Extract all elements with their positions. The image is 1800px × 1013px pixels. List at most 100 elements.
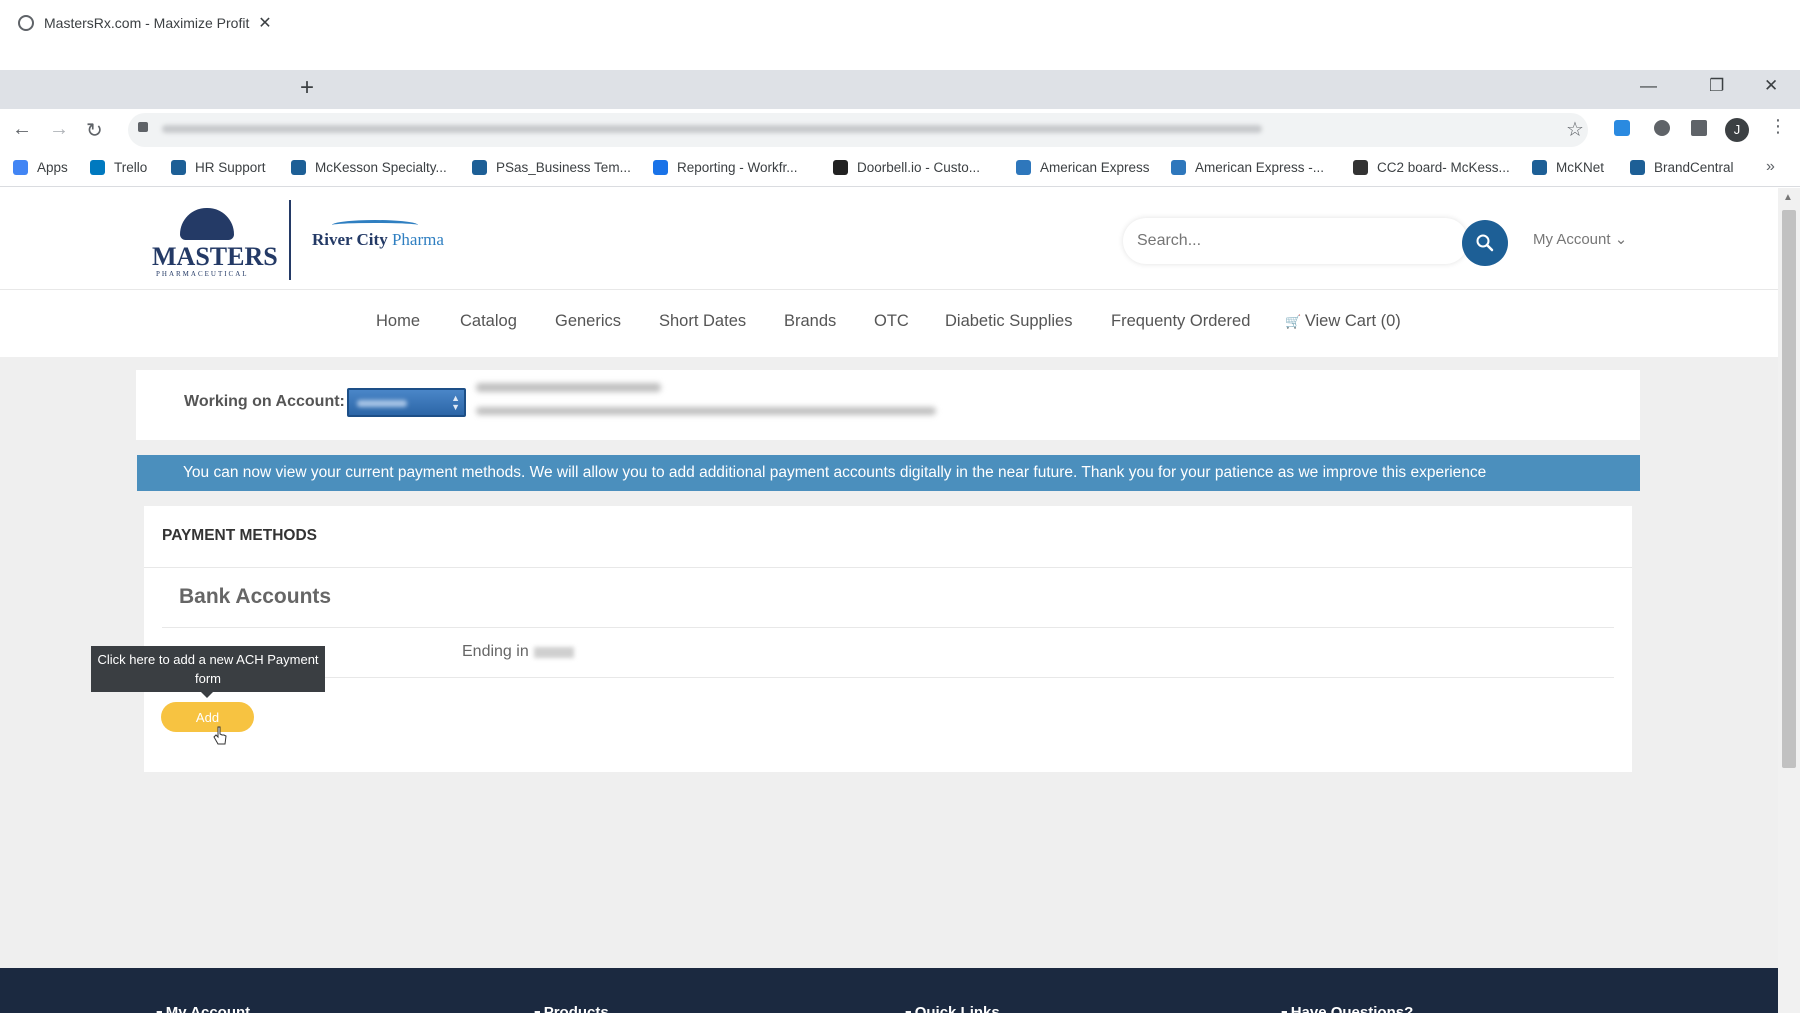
bookmark-label: McKNet [1556,160,1605,175]
bookmarks-more-icon[interactable]: » [1766,158,1775,176]
footer-heading: ■ Have Questions? [1281,1004,1413,1013]
bookmark-label: McKesson Specialty... [315,160,447,175]
payment-notice-banner: You can now view your current payment me… [137,455,1640,491]
bookmark-item[interactable]: Doorbell.io - Custo... [833,160,980,175]
forward-icon[interactable]: → [49,118,69,141]
river-city-pharma-logo[interactable]: River City Pharma [312,220,444,250]
account-address-redacted [476,407,936,415]
select-arrows-icon: ▲ ▼ [451,393,460,412]
nav-label: Diabetic Supplies [945,312,1073,330]
bookmark-label: Apps [37,160,68,175]
nav-home[interactable]: Home [376,312,420,331]
nav-catalog[interactable]: Catalog [460,312,517,331]
apps-grid-icon [13,160,28,175]
profile-avatar[interactable]: J [1725,118,1749,142]
payment-methods-heading: PAYMENT METHODS [162,527,318,544]
menu-kebab-icon[interactable]: ⋮ [1769,116,1787,137]
account-number-redacted [357,400,407,407]
nav-label: Generics [555,312,622,330]
nav-label: Catalog [460,312,517,330]
swoosh-icon [332,220,418,230]
bookmark-item[interactable]: Apps [13,160,68,175]
bookmark-item[interactable]: PSas_Business Tem... [472,160,631,175]
quick-links-icon: ■ [905,1008,915,1013]
bookmark-item[interactable]: McKNet [1532,160,1604,175]
search-button[interactable] [1462,220,1508,266]
amex-icon [1016,160,1031,175]
scroll-up-arrow-icon[interactable]: ▲ [1783,192,1793,203]
bookmark-item[interactable]: CC2 board- McKess... [1353,160,1510,175]
add-payment-button[interactable]: Add [161,702,254,732]
back-icon[interactable]: ← [12,118,32,141]
mcknet-icon [1532,160,1547,175]
psas-icon [472,160,487,175]
site-footer [0,968,1778,1013]
tab-close-icon[interactable]: ✕ [256,13,274,33]
nav-frequently-ordered[interactable]: Frequenty Ordered [1111,312,1250,331]
nav-short-dates[interactable]: Short Dates [659,312,746,331]
nav-otc[interactable]: OTC [874,312,909,331]
divider [144,567,1632,568]
bookmark-label: Doorbell.io - Custo... [857,160,981,175]
puzzle-icon[interactable] [1691,120,1707,136]
account-name-redacted [476,383,661,392]
footer-heading: ■ Quick Links [905,1004,1000,1013]
account-select[interactable]: ▲ ▼ [347,388,466,417]
footer-heading-label: Products [543,1004,609,1013]
hand-cursor-icon [213,726,227,745]
question-icon: ■ [1281,1008,1291,1013]
bookmark-label: Trello [114,160,148,175]
account-digits-redacted [534,647,574,658]
browser-tab[interactable]: MastersRx.com - Maximize Profit ✕ [8,6,284,39]
site-header: MASTERS PHARMACEUTICAL River City Pharma… [0,188,1778,290]
restore-button[interactable]: ❐ [1709,76,1724,96]
bookmark-star-icon[interactable]: ☆ [1566,117,1584,142]
nav-label: View Cart (0) [1304,312,1401,330]
footer-heading: ■ Products [534,1004,609,1013]
footer-heading-label: My Account [165,1004,251,1013]
nav-label: Frequenty Ordered [1111,312,1251,330]
footer-heading: ■ My Account [156,1004,250,1013]
new-tab-button[interactable]: + [300,74,314,102]
bookmark-item[interactable]: American Express [1016,160,1150,175]
nav-generics[interactable]: Generics [555,312,621,331]
reload-icon[interactable]: ↻ [86,118,103,143]
minimize-button[interactable]: — [1640,76,1657,96]
river-city-text: River City [312,230,388,249]
nav-view-cart[interactable]: 🛒 View Cart (0) [1285,312,1401,331]
nav-brands[interactable]: Brands [784,312,836,331]
masters-logo-text: MASTERS [152,242,278,271]
scrollbar-thumb[interactable] [1782,210,1796,768]
footer-heading-label: Have Questions? [1290,1004,1414,1013]
my-account-menu[interactable]: My Account ⌄ [1533,230,1627,248]
reporting-icon [653,160,668,175]
logo-divider [289,200,291,280]
cart-icon: 🛒 [1285,314,1305,329]
footer-heading-label: Quick Links [914,1004,1000,1013]
doorbell-icon [833,160,848,175]
bookmark-item[interactable]: Reporting - Workfr... [653,160,798,175]
tooltip-arrow [201,692,213,698]
bookmark-item[interactable]: HR Support [171,160,266,175]
nav-label: Short Dates [659,312,747,330]
bookmark-item[interactable]: American Express -... [1171,160,1324,175]
bookmark-item[interactable]: BrandCentral [1630,160,1734,175]
extension-icon[interactable] [1654,120,1670,136]
products-icon: ■ [534,1008,544,1013]
extension-icon[interactable] [1614,120,1630,136]
address-url-redacted [162,125,1262,133]
bookmark-item[interactable]: McKesson Specialty... [291,160,447,175]
add-ach-tooltip: Click here to add a new ACH Payment form [91,646,325,692]
bank-account-ending: Ending in [462,643,529,660]
bookmark-label: Reporting - Workfr... [677,160,798,175]
globe-icon [18,14,34,31]
masters-logo[interactable]: MASTERS PHARMACEUTICAL [150,208,278,278]
window-close-button[interactable]: ✕ [1764,76,1778,96]
lion-logo-icon [180,208,234,240]
brandcentral-icon [1630,160,1645,175]
bookmark-item[interactable]: Trello [90,160,147,175]
nav-diabetic-supplies[interactable]: Diabetic Supplies [945,312,1073,331]
search-input[interactable] [1123,218,1468,264]
page-viewport: MASTERS PHARMACEUTICAL River City Pharma… [0,188,1778,1013]
bookmark-label: American Express [1040,160,1150,175]
